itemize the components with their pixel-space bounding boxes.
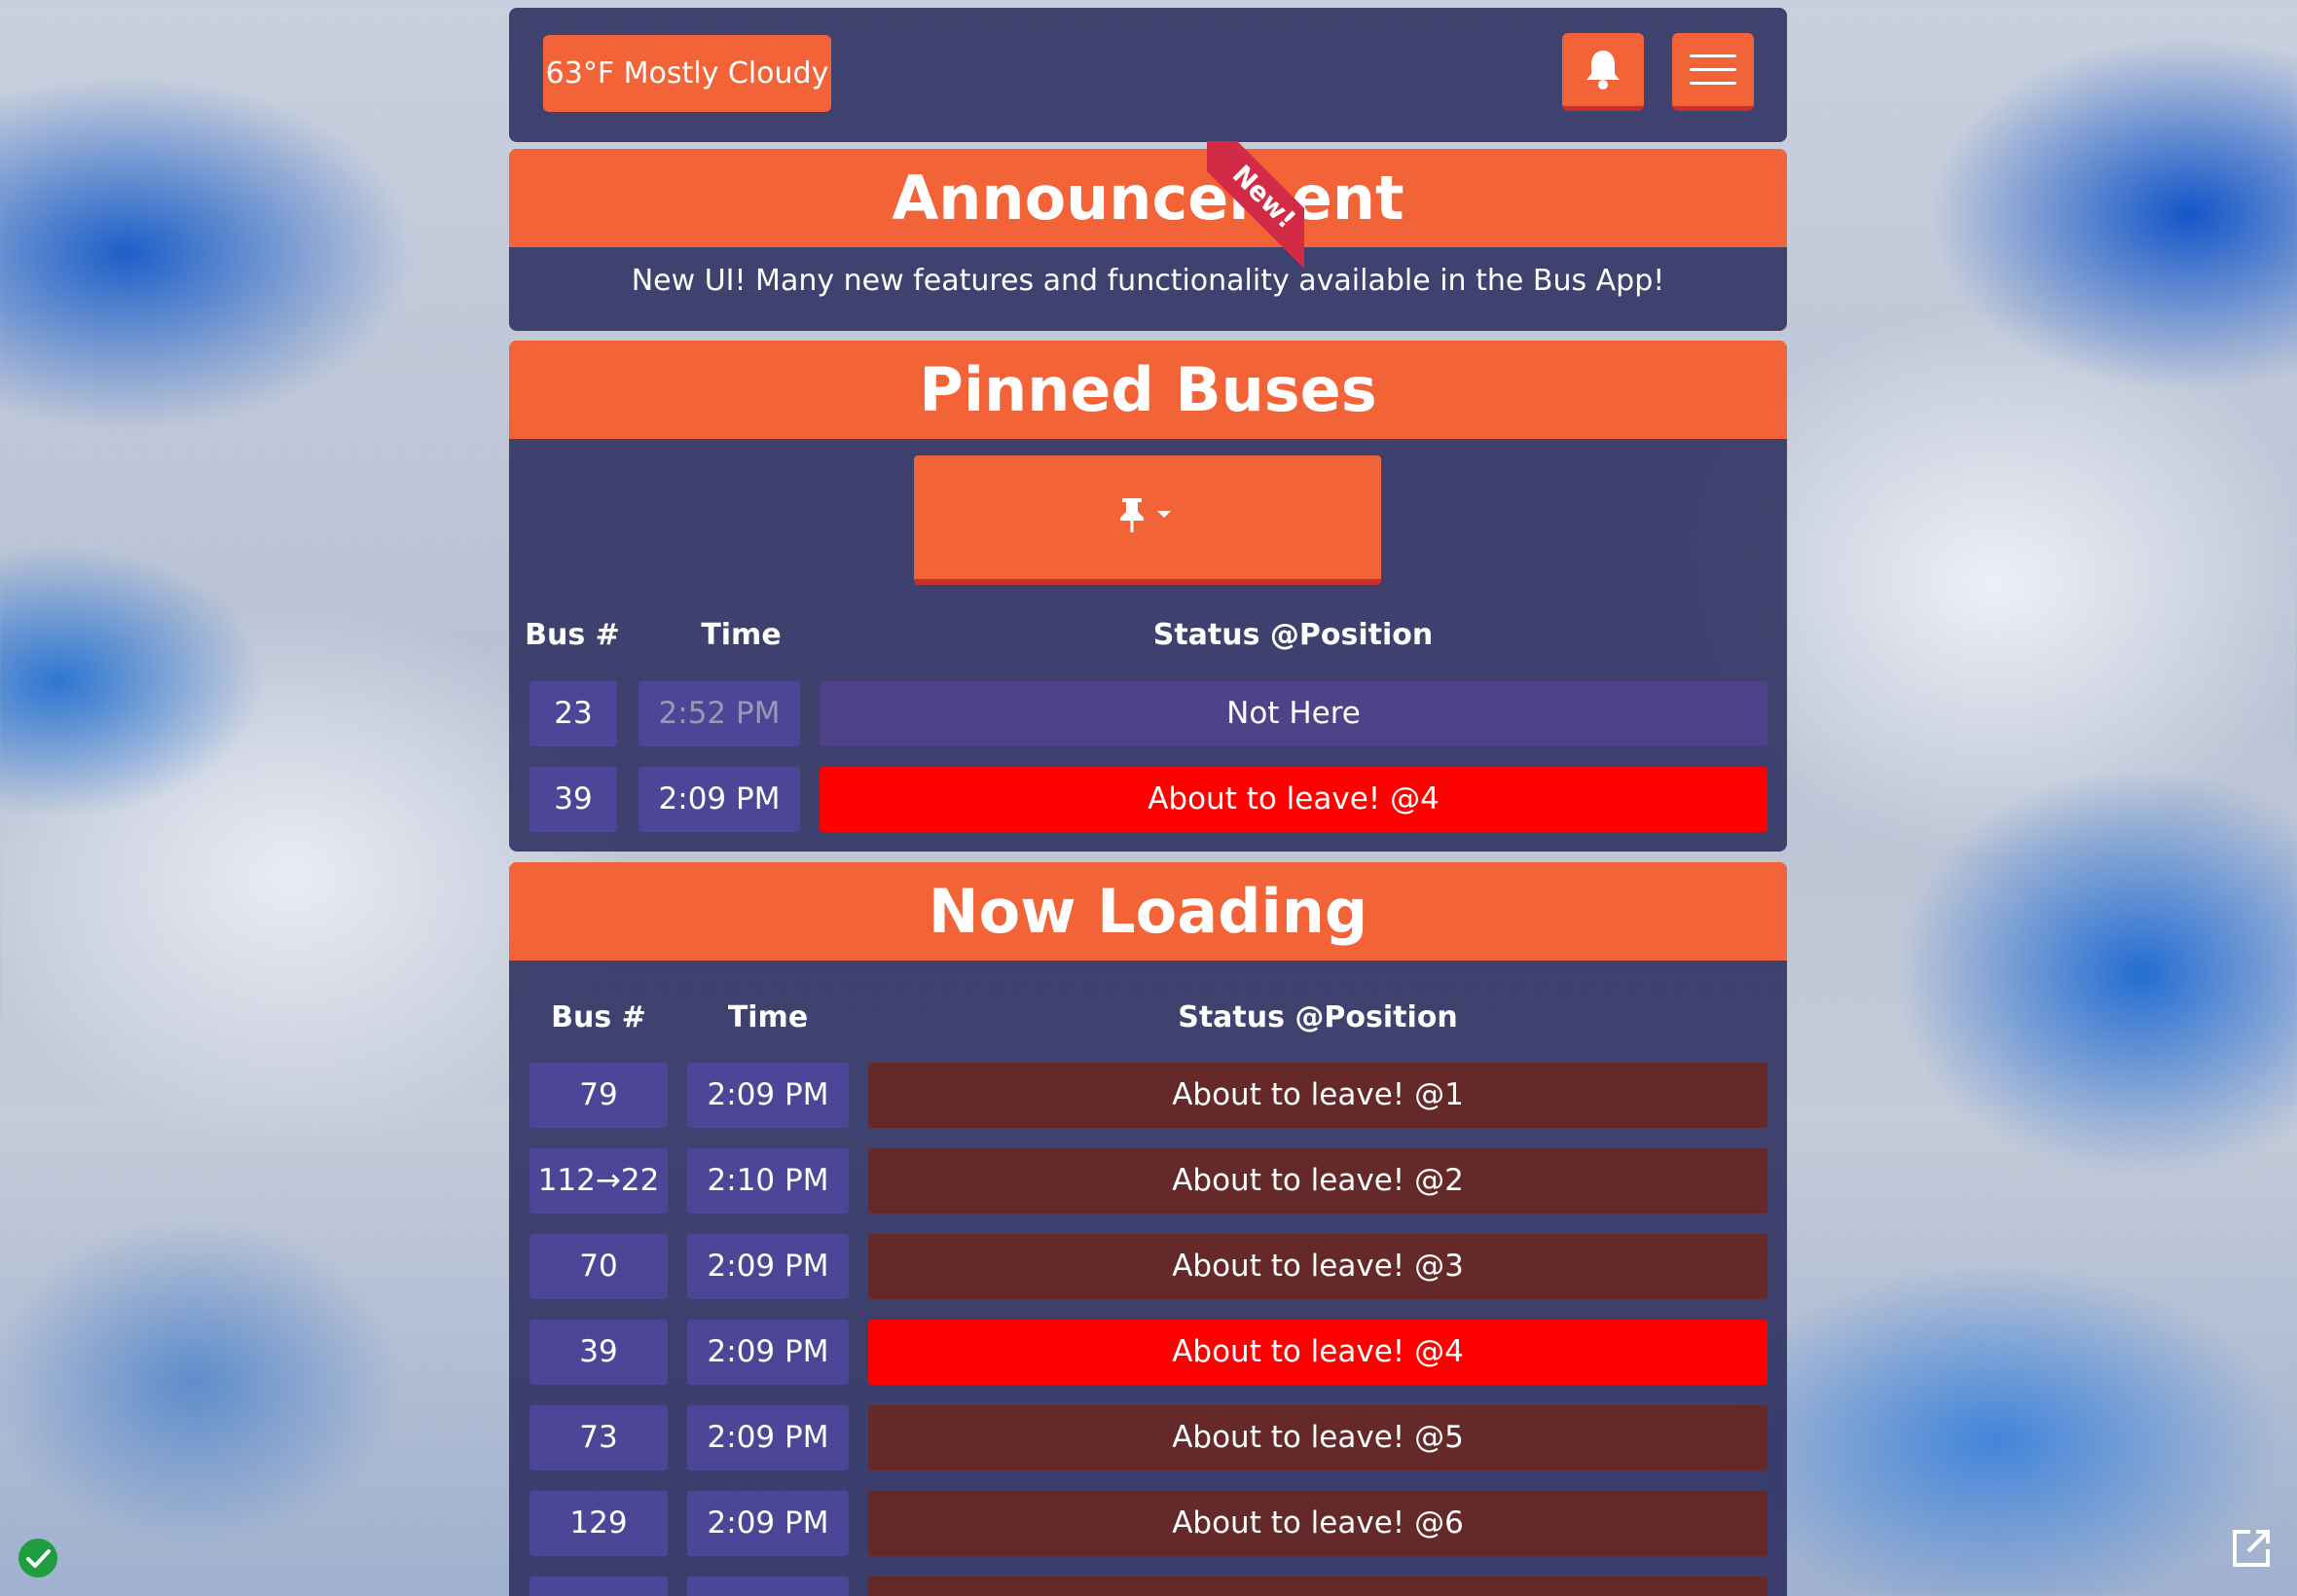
bus-status: About to leave! @1: [868, 1063, 1768, 1128]
bus-status: About to leave! @3: [868, 1234, 1768, 1299]
column-header-time: Time: [701, 618, 782, 652]
bus-time: 2:52 PM: [638, 681, 800, 746]
bus-number: 39: [529, 1320, 668, 1385]
bus-time: 2:10 PM: [687, 1148, 849, 1214]
now-loading-panel: Now Loading Bus # Time Status @Position …: [509, 862, 1787, 1596]
new-ribbon: New!: [1207, 141, 1304, 277]
top-bar: 63°F Mostly Cloudy: [509, 8, 1787, 142]
bus-time: 2:09 PM: [638, 767, 800, 832]
announcement-title: Announcement: [509, 149, 1787, 247]
column-header-bus: Bus #: [525, 618, 620, 652]
external-link-icon[interactable]: [2229, 1526, 2274, 1575]
notifications-button[interactable]: [1562, 33, 1644, 111]
announcement-text: New UI! Many new features and functional…: [631, 264, 1665, 298]
bus-status: About to leave! @4: [820, 767, 1768, 832]
pinned-buses-panel: Pinned Buses Bus # Time Status @Position…: [509, 341, 1787, 852]
bus-status: Not Here: [820, 681, 1768, 746]
column-header-bus: Bus #: [551, 1000, 646, 1034]
bus-number: 23: [529, 681, 617, 746]
pin-dropdown-button[interactable]: [914, 455, 1381, 585]
bus-time: 2:09 PM: [687, 1320, 849, 1385]
bus-time: 2:09 PM: [687, 1234, 849, 1299]
bus-status: About to leave! @4: [868, 1320, 1768, 1385]
bus-status: [868, 1577, 1768, 1596]
bus-number: [529, 1577, 668, 1596]
bus-time: 2:09 PM: [687, 1491, 849, 1556]
column-header-status: Status @Position: [1178, 1000, 1458, 1034]
weather-badge[interactable]: 63°F Mostly Cloudy: [543, 35, 831, 112]
announcement-panel: Announcement New UI! Many new features a…: [509, 149, 1787, 331]
menu-button[interactable]: [1672, 33, 1754, 111]
bus-status: About to leave! @5: [868, 1405, 1768, 1470]
bus-time: 2:09 PM: [687, 1063, 849, 1128]
bus-status: About to leave! @2: [868, 1148, 1768, 1214]
bus-number: 70: [529, 1234, 668, 1299]
bus-number: 129: [529, 1491, 668, 1556]
column-header-status: Status @Position: [1152, 618, 1434, 652]
bus-number: 112→22: [529, 1148, 668, 1214]
pushpin-icon: [1120, 498, 1171, 532]
status-check-icon: [18, 1539, 57, 1578]
bus-time: 2:09 PM: [687, 1405, 849, 1470]
bell-icon: [1586, 51, 1620, 90]
bus-time: [687, 1577, 849, 1596]
bus-number: 79: [529, 1063, 668, 1128]
bus-number: 73: [529, 1405, 668, 1470]
pinned-title: Pinned Buses: [509, 341, 1787, 439]
bus-status: About to leave! @6: [868, 1491, 1768, 1556]
new-ribbon-label: New!: [1207, 141, 1304, 277]
loading-title: Now Loading: [509, 862, 1787, 961]
column-header-time: Time: [727, 1000, 809, 1034]
chevron-down-icon: [1157, 511, 1171, 518]
bus-number: 39: [529, 767, 617, 832]
